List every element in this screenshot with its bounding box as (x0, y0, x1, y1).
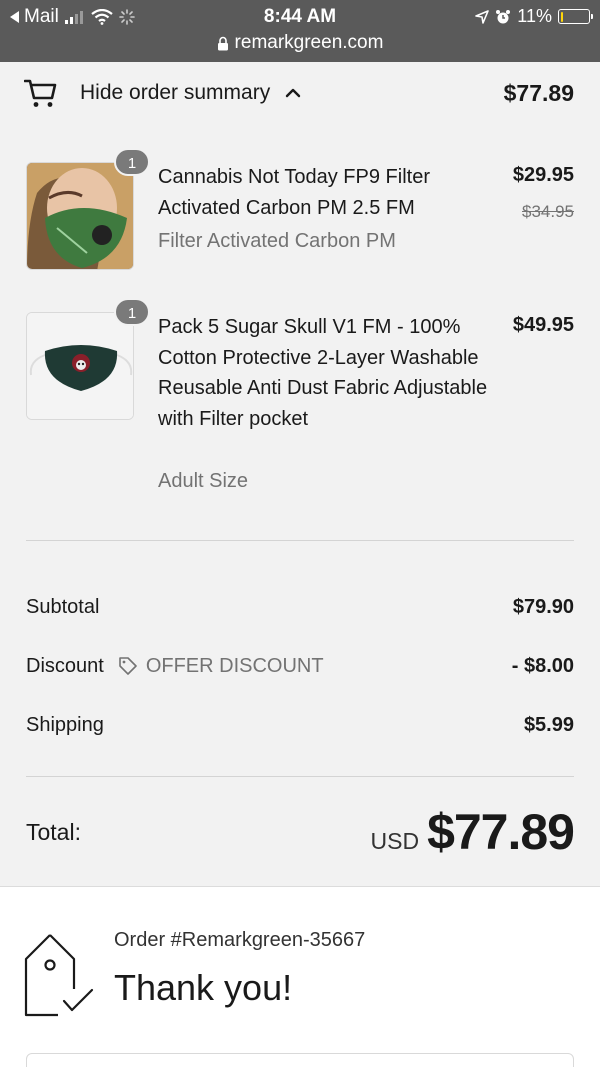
product-title: Cannabis Not Today FP9 Filter Activated … (158, 166, 430, 219)
discount-code: OFFER DISCOUNT (118, 655, 324, 678)
order-number: Order #Remarkgreen-35667 (114, 929, 366, 951)
subtotal-row: Subtotal $79.90 (26, 592, 574, 622)
subtotal-label: Subtotal (26, 595, 100, 618)
grand-total: $77.89 (427, 804, 575, 860)
discount-value: - $8.00 (511, 654, 574, 677)
order-confirmed-tag-icon (24, 934, 94, 1017)
product-price: $29.95 (512, 164, 574, 186)
order-summary-toggle-total: $77.89 (503, 79, 574, 106)
line-item: 1 Cannabis Not Today FP9 Filter Activate… (26, 148, 574, 292)
thank-you-heading: Thank you! (114, 967, 293, 1008)
order-confirmation: Order #Remarkgreen-35667 Thank you! (0, 887, 600, 1067)
product-variant: Adult Size (158, 470, 249, 492)
shipping-row: Shipping $5.99 (26, 710, 574, 740)
status-indicators: 11% (475, 6, 593, 27)
discount-code-text: OFFER DISCOUNT (145, 654, 324, 677)
tag-icon (119, 657, 137, 675)
product-image-sugar-skull-mask (27, 313, 133, 419)
line-item: 1 Pack 5 Sugar Skull V1 FM - 100% Cotton… (26, 298, 574, 512)
cart-icon (24, 79, 57, 107)
order-summary-toggle-label: Hide order summary (80, 81, 271, 104)
quantity-badge: 1 (114, 148, 150, 176)
quantity-badge: 1 (114, 298, 150, 326)
subtotal-value: $79.90 (512, 595, 574, 618)
address-bar[interactable]: remarkgreen.com (0, 32, 600, 54)
divider (26, 776, 574, 777)
product-price: $49.95 (512, 314, 574, 336)
discount-row: Discount OFFER DISCOUNT - $8.00 (26, 651, 574, 681)
currency-code: USD (370, 828, 420, 854)
alarm-icon (496, 9, 511, 23)
total-row: Total: USD $77.89 (26, 802, 575, 862)
product-title: Pack 5 Sugar Skull V1 FM - 100% Cotton P… (158, 316, 488, 430)
status-bar: Mail 8:44 AM 11% remarkgreen.com (0, 0, 600, 62)
battery-icon (558, 9, 593, 24)
product-thumbnail (26, 162, 134, 270)
product-thumbnail (26, 312, 134, 420)
order-summary: Hide order summary $77.89 1 Cannabis Not… (0, 62, 600, 887)
product-compare-price: $34.95 (522, 202, 574, 221)
order-summary-toggle[interactable]: Hide order summary $77.89 (24, 70, 574, 116)
lock-icon (217, 36, 228, 50)
chevron-up-icon (286, 88, 301, 98)
order-details-card (26, 1053, 574, 1067)
url-text: remarkgreen.com (234, 32, 384, 53)
product-image-face-mask (27, 163, 133, 269)
product-variant: Filter Activated Carbon PM (158, 230, 396, 252)
shipping-label: Shipping (26, 713, 104, 736)
discount-label: Discount (26, 654, 104, 677)
total-label: Total: (26, 818, 81, 845)
divider (26, 540, 574, 541)
shipping-value: $5.99 (523, 713, 574, 736)
battery-percent: 11% (517, 6, 552, 26)
location-arrow-icon (475, 9, 490, 24)
